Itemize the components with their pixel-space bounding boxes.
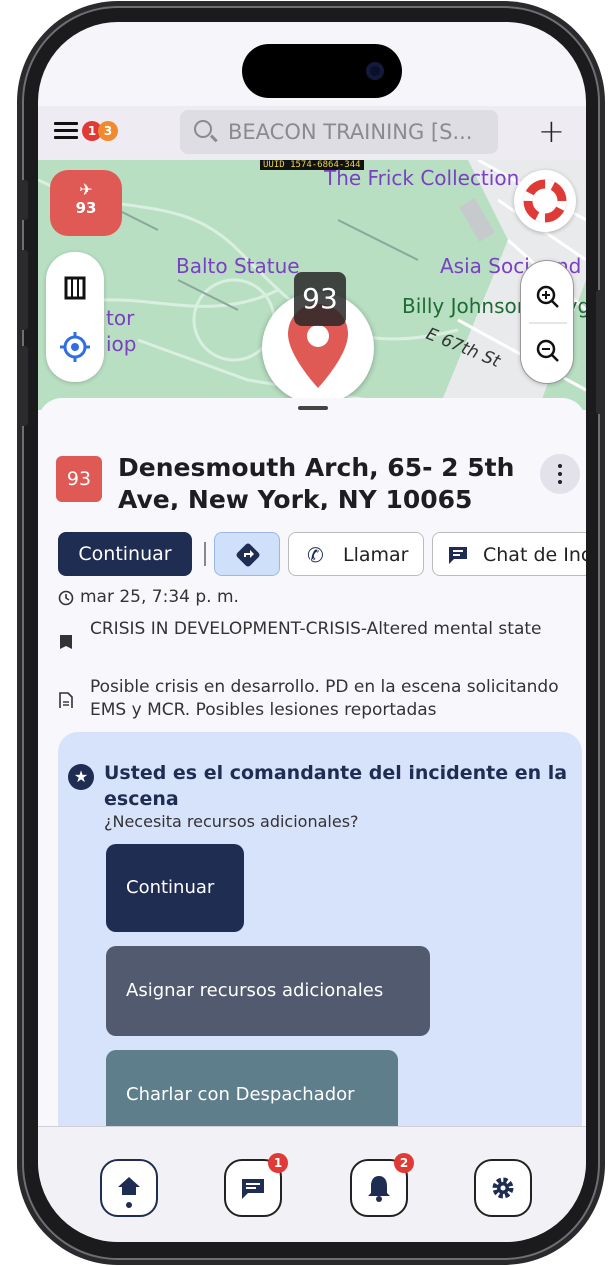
notifications-badge: 2 xyxy=(394,1153,414,1173)
assign-resources-button[interactable]: Asignar recursos adicionales xyxy=(106,946,430,1036)
map-label-iop: iop xyxy=(106,332,137,356)
map-icon[interactable] xyxy=(64,276,86,300)
lifebuoy-icon xyxy=(523,179,567,223)
map-left-controls xyxy=(46,252,104,382)
commander-subtitle: ¿Necesita recursos adicionales? xyxy=(104,812,359,831)
unit-number: 93 xyxy=(75,199,97,217)
commander-title: Usted es el comandante del incidente en … xyxy=(104,762,568,810)
navigate-button[interactable] xyxy=(214,532,280,576)
sheet-drag-handle[interactable] xyxy=(298,406,328,410)
zoom-out-icon[interactable] xyxy=(536,339,559,362)
map-view[interactable]: UUID 1574-6864-344 The Frick Collection … xyxy=(38,160,586,410)
hamburger-menu-icon[interactable] xyxy=(54,122,78,140)
volume-up-button xyxy=(20,250,28,330)
map-label-frick: The Frick Collection xyxy=(324,166,520,190)
incident-actions: Continuar ✆ Llamar Chat de Incid xyxy=(58,532,586,576)
directions-icon xyxy=(236,543,260,567)
star-icon: ★ xyxy=(68,764,94,790)
incident-description-row: Posible crisis en desarrollo. PD en la e… xyxy=(58,676,578,724)
zoom-controls xyxy=(520,260,574,384)
incident-time: mar 25, 7:34 p. m. xyxy=(80,587,239,607)
search-value: BEACON TRAINING [S... xyxy=(228,120,473,144)
incident-type: CRISIS IN DEVELOPMENT-CRISIS-Altered men… xyxy=(90,619,542,639)
unit-card[interactable]: ✈ 93 xyxy=(50,170,122,236)
clock-icon xyxy=(58,590,74,606)
continue-button[interactable]: Continuar xyxy=(58,532,192,576)
ambulance-icon: ✈ xyxy=(79,180,93,199)
nav-settings[interactable] xyxy=(474,1159,532,1217)
more-options-button[interactable] xyxy=(540,454,580,494)
menu-badge-orange: 3 xyxy=(98,121,118,141)
book-icon xyxy=(60,635,72,649)
nav-home[interactable] xyxy=(100,1159,158,1217)
incident-sheet: 93 Denesmouth Arch, 65- 2 5th Ave, New Y… xyxy=(38,398,586,1152)
search-input[interactable]: BEACON TRAINING [S... xyxy=(180,110,498,154)
lifebuoy-button[interactable] xyxy=(514,170,576,232)
dynamic-island xyxy=(242,44,402,98)
incident-chat-button[interactable]: Chat de Incid xyxy=(432,532,586,576)
call-label: Llamar xyxy=(343,544,409,566)
volume-down-button xyxy=(20,346,28,426)
divider xyxy=(204,542,206,566)
map-marker-label: 93 xyxy=(294,272,346,326)
phone-icon: ✆ xyxy=(307,543,324,567)
map-label-tor: tor xyxy=(106,306,135,330)
nav-notifications[interactable]: 2 xyxy=(350,1153,414,1217)
home-icon xyxy=(118,1177,140,1208)
bottom-nav: 1 2 xyxy=(38,1126,586,1242)
incident-description: Posible crisis en desarrollo. PD en la e… xyxy=(90,677,559,720)
top-bar: 1 3 BEACON TRAINING [S... + xyxy=(38,106,586,160)
map-label-balto: Balto Statue xyxy=(176,254,300,278)
commander-continue-button[interactable]: Continuar xyxy=(106,844,244,932)
power-button xyxy=(596,290,604,414)
nav-messages[interactable]: 1 xyxy=(224,1153,288,1217)
chat-label: Chat de Incid xyxy=(483,544,586,566)
commander-panel: ★ Usted es el comandante del incidente e… xyxy=(58,732,582,1152)
incident-badge: 93 xyxy=(56,456,102,502)
messages-badge: 1 xyxy=(268,1153,288,1173)
incident-title: Denesmouth Arch, 65- 2 5th Ave, New York… xyxy=(118,453,515,510)
phone-screen: 1 3 BEACON TRAINING [S... + UUID 1574-68… xyxy=(38,22,586,1242)
locate-icon[interactable] xyxy=(60,332,90,362)
zoom-in-icon[interactable] xyxy=(536,285,559,308)
map-label-asia: Asia Soci xyxy=(440,254,530,278)
chat-icon xyxy=(449,547,467,564)
add-button[interactable]: + xyxy=(538,112,565,150)
mute-switch xyxy=(20,180,28,220)
incident-type-row: CRISIS IN DEVELOPMENT-CRISIS-Altered men… xyxy=(58,618,578,666)
search-icon xyxy=(194,120,212,138)
call-button[interactable]: ✆ Llamar xyxy=(288,532,424,576)
document-icon xyxy=(59,692,73,708)
gear-icon xyxy=(492,1177,514,1199)
